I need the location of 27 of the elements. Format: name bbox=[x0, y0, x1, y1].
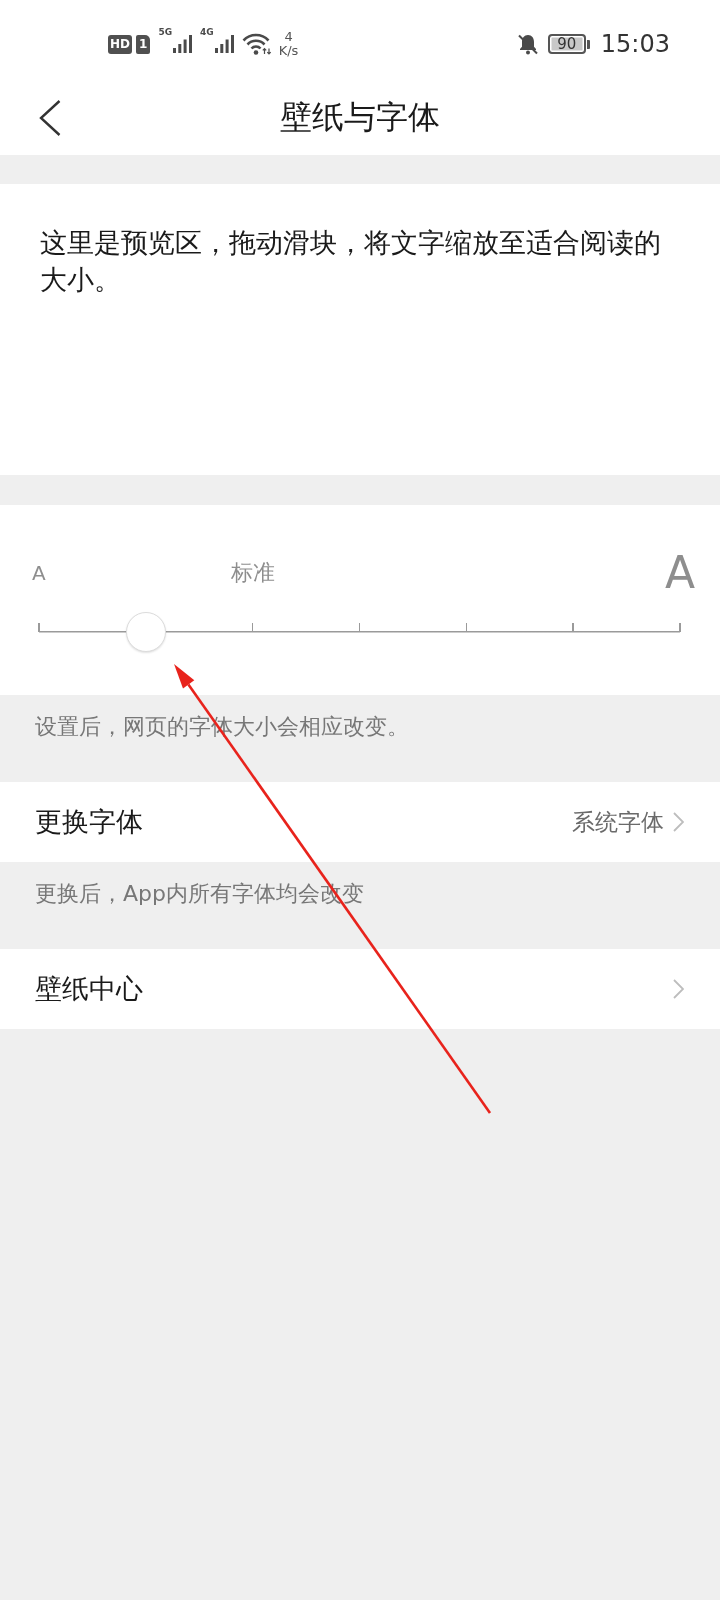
speed-value: 4 bbox=[284, 30, 293, 44]
large-font-label: A bbox=[664, 548, 695, 598]
network-type-label: 5G bbox=[158, 27, 173, 37]
battery-percent: 90 bbox=[547, 34, 586, 54]
chevron-icon bbox=[673, 812, 684, 832]
network-type-label: 4G bbox=[200, 27, 214, 37]
slider-thumb[interactable] bbox=[125, 612, 166, 652]
row-label: 更换字体 bbox=[35, 805, 143, 839]
row-label: 壁纸中心 bbox=[35, 972, 143, 1006]
settings-row[interactable]: 更换字体 系统字体 bbox=[0, 782, 720, 862]
current-size-label: 标准 bbox=[230, 559, 275, 587]
bell-slash-icon bbox=[516, 33, 539, 55]
chevron-icon bbox=[673, 979, 684, 999]
sim-badge: 1 bbox=[136, 34, 151, 54]
speed-unit: K/s bbox=[278, 44, 299, 58]
small-font-label: A bbox=[32, 561, 46, 585]
page-title: 壁纸与字体 bbox=[279, 96, 441, 138]
hd-badge: HD bbox=[108, 34, 132, 54]
back-icon bbox=[39, 99, 61, 136]
row-value: 系统字体 bbox=[572, 807, 664, 837]
signal-icon bbox=[214, 35, 234, 53]
status-time: 15:03 bbox=[600, 30, 670, 58]
settings-row[interactable]: 壁纸中心 bbox=[0, 949, 720, 1029]
wifi-icon bbox=[241, 33, 272, 55]
back-button[interactable] bbox=[39, 99, 61, 136]
preview-text: 这里是预览区，拖动滑块，将文字缩放至适合阅读的大小。 bbox=[40, 226, 662, 297]
signal-icon bbox=[173, 35, 193, 53]
